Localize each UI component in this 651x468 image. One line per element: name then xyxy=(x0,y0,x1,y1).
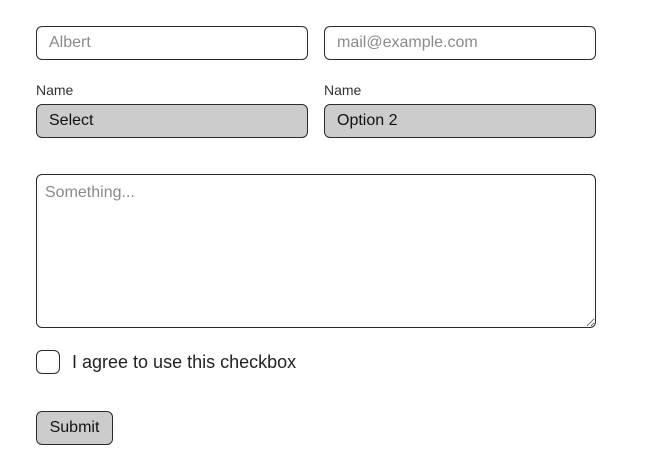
message-textarea[interactable] xyxy=(36,174,596,328)
email-input[interactable] xyxy=(324,26,596,60)
select-1-label: Name xyxy=(36,82,74,98)
select-1-value: Select xyxy=(49,112,94,129)
select-2-label: Name xyxy=(324,82,362,98)
submit-button[interactable]: Submit xyxy=(36,411,113,445)
agree-checkbox-label[interactable]: I agree to use this checkbox xyxy=(72,352,296,373)
select-2-dropdown[interactable]: Option 2 xyxy=(324,104,596,138)
select-2-value: Option 2 xyxy=(337,112,398,129)
form-page: Name Name Select Option 2 I agree to use… xyxy=(0,0,651,468)
agree-checkbox[interactable] xyxy=(36,350,60,374)
first-name-input[interactable] xyxy=(36,26,308,60)
select-1-dropdown[interactable]: Select xyxy=(36,104,308,138)
